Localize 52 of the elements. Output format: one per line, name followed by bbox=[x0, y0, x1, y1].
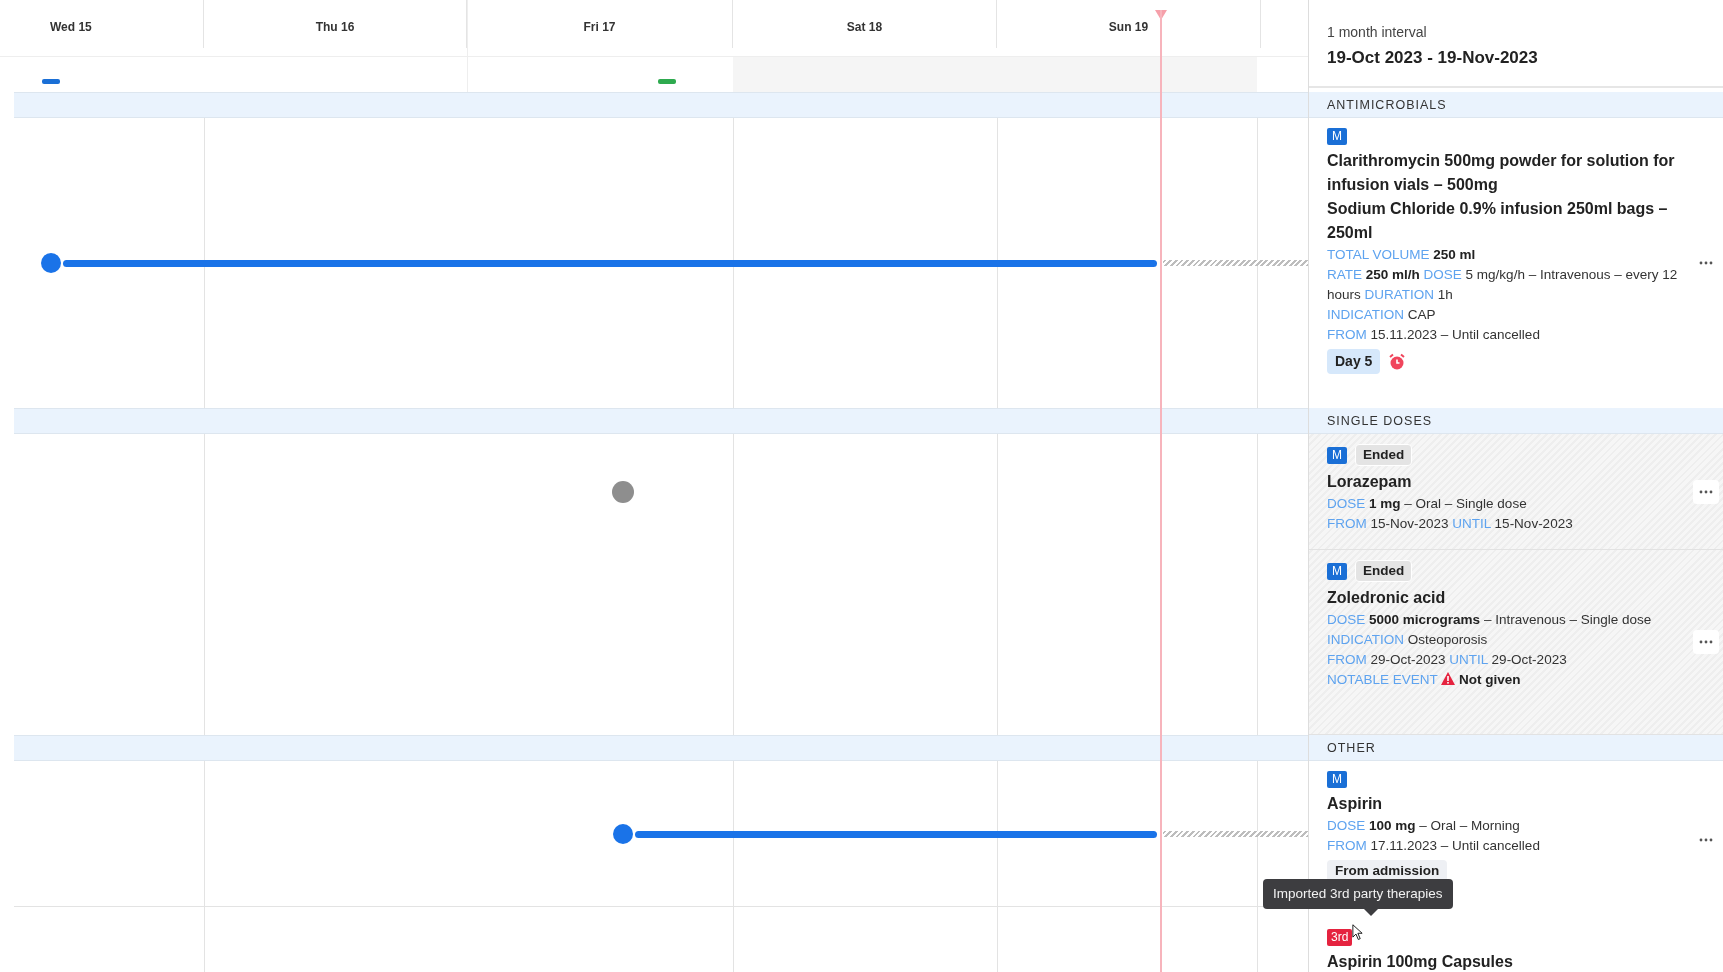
therapy-detail: RATE 250 ml/h DOSE 5 mg/kg/h – Intravenous – every 12 hours DURATION 1h bbox=[1327, 266, 1679, 304]
third-party-tag: 3rd bbox=[1327, 929, 1353, 946]
therapy-detail: TOTAL VOLUME 250 ml bbox=[1327, 246, 1477, 264]
therapy-detail: INDICATION Osteoporosis bbox=[1327, 631, 1489, 649]
medication-tag: M bbox=[1327, 128, 1347, 145]
therapy-detail: DOSE 1 mg – Oral – Single dose bbox=[1327, 495, 1528, 513]
therapy-detail: FROM 15.11.2023 – Until cancelled bbox=[1327, 326, 1541, 344]
start-dot[interactable] bbox=[41, 253, 61, 273]
therapy-detail: FROM 29-Oct-2023 UNTIL 29-Oct-2023 bbox=[1327, 651, 1568, 669]
section-header: ANTIMICROBIALS bbox=[1309, 92, 1723, 118]
event-marker[interactable] bbox=[658, 79, 676, 84]
day-label: Sun 19 bbox=[1108, 19, 1149, 36]
day-label: Thu 16 bbox=[315, 19, 355, 36]
ellipsis-icon bbox=[1699, 489, 1713, 494]
alarm-clock-icon bbox=[1388, 352, 1407, 371]
interval-label: 1 month interval bbox=[1327, 23, 1428, 42]
dose-dot[interactable] bbox=[612, 481, 634, 503]
status-tag: Ended bbox=[1355, 560, 1413, 582]
ellipsis-icon bbox=[1699, 640, 1713, 644]
therapy-detail: FROM 17.11.2023 – Until cancelled bbox=[1327, 837, 1541, 855]
section-header: SINGLE DOSES bbox=[1309, 408, 1723, 434]
start-dot[interactable] bbox=[613, 824, 633, 844]
therapy-detail: DOSE 100 mg – Oral – Morning bbox=[1327, 817, 1521, 835]
therapy-detail: DOSE 5000 micrograms – Intravenous – Single dose bbox=[1327, 611, 1653, 629]
day-label: Wed 15 bbox=[50, 19, 92, 36]
medication-tag: M bbox=[1327, 771, 1347, 788]
medication-name: Zoledronic acid bbox=[1327, 588, 1446, 608]
ellipsis-icon bbox=[1699, 261, 1713, 265]
medication-name: Aspirin bbox=[1327, 794, 1383, 814]
date-range: 19-Oct 2023 - 19-Nov-2023 bbox=[1327, 47, 1539, 69]
medication-tag: M bbox=[1327, 446, 1347, 464]
therapy-detail: INDICATION CAP bbox=[1327, 306, 1437, 324]
medication-name: Lorazepam bbox=[1327, 472, 1412, 492]
tooltip-arrow bbox=[1364, 909, 1378, 916]
medication-name: Clarithromycin 500mg powder for solution for infusion vials – 500mg bbox=[1327, 151, 1676, 195]
day-count-tag: Day 5 bbox=[1327, 349, 1381, 374]
medication-tag: M bbox=[1327, 562, 1347, 580]
tooltip: Imported 3rd party therapies bbox=[1263, 879, 1453, 910]
day-label: Fri 17 bbox=[583, 19, 616, 36]
event-marker[interactable] bbox=[42, 79, 60, 84]
medication-name: Aspirin 100mg Capsules bbox=[1327, 952, 1513, 972]
ellipsis-icon bbox=[1699, 838, 1713, 842]
section-header: OTHER bbox=[1309, 735, 1723, 761]
day-label: Sat 18 bbox=[846, 19, 883, 36]
medication-name: Sodium Chloride 0.9% infusion 250ml bags – 250ml bbox=[1327, 199, 1669, 243]
therapy-detail: NOTABLE EVENT Not given bbox=[1327, 671, 1522, 689]
mouse-pointer-icon bbox=[1352, 924, 1363, 941]
more-options-button[interactable] bbox=[1693, 630, 1719, 654]
warning-icon bbox=[1441, 672, 1456, 685]
more-options-button[interactable] bbox=[1693, 479, 1719, 504]
status-tag: Ended bbox=[1355, 444, 1413, 466]
therapy-detail: FROM 15-Nov-2023 UNTIL 15-Nov-2023 bbox=[1327, 515, 1574, 533]
